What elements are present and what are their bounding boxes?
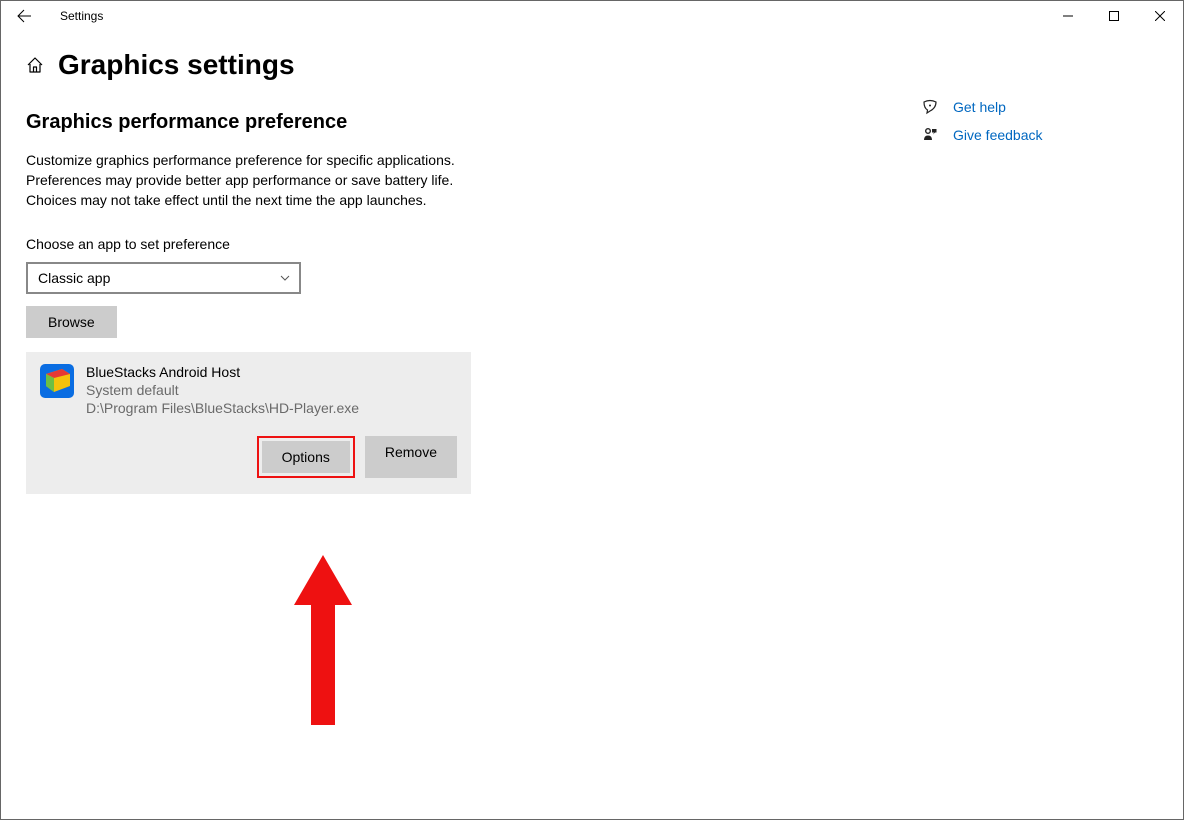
home-icon <box>26 56 44 74</box>
select-value: Classic app <box>38 270 110 286</box>
annotation-arrow <box>294 555 352 728</box>
app-entry-card: BlueStacks Android Host System default D… <box>26 352 471 494</box>
home-button[interactable] <box>26 56 44 74</box>
minimize-button[interactable] <box>1045 1 1091 31</box>
red-arrow-icon <box>294 555 352 725</box>
app-name-label: BlueStacks Android Host <box>86 364 359 380</box>
bluestacks-icon <box>40 364 74 398</box>
maximize-button[interactable] <box>1091 1 1137 31</box>
feedback-icon <box>921 127 939 143</box>
section-description: Customize graphics performance preferenc… <box>26 150 456 210</box>
page-header: Graphics settings <box>26 49 646 81</box>
minimize-icon <box>1063 11 1073 21</box>
app-name: Settings <box>60 9 103 23</box>
window-controls <box>1045 1 1183 31</box>
arrow-left-icon <box>16 8 32 24</box>
close-icon <box>1155 11 1165 21</box>
side-panel: Get help Give feedback <box>921 99 1043 155</box>
give-feedback-row: Give feedback <box>921 127 1043 143</box>
app-picker-label: Choose an app to set preference <box>26 236 646 252</box>
close-button[interactable] <box>1137 1 1183 31</box>
app-icon <box>40 364 74 398</box>
options-button[interactable]: Options <box>262 441 350 473</box>
remove-button[interactable]: Remove <box>365 436 457 478</box>
browse-button[interactable]: Browse <box>26 306 117 338</box>
help-icon <box>921 99 939 115</box>
get-help-row: Get help <box>921 99 1043 115</box>
app-path-label: D:\Program Files\BlueStacks\HD-Player.ex… <box>86 400 359 416</box>
back-button[interactable] <box>1 1 46 31</box>
get-help-link[interactable]: Get help <box>953 99 1006 115</box>
main-content: Graphics settings Graphics performance p… <box>26 31 646 494</box>
app-entry-actions: Options Remove <box>40 436 457 478</box>
app-type-select[interactable]: Classic app <box>26 262 301 294</box>
page-title: Graphics settings <box>58 49 295 81</box>
app-entry-text: BlueStacks Android Host System default D… <box>86 364 359 416</box>
app-pref-label: System default <box>86 382 359 398</box>
options-highlight: Options <box>257 436 355 478</box>
section-heading: Graphics performance preference <box>26 111 646 134</box>
maximize-icon <box>1109 11 1119 21</box>
settings-window: Settings Graphics settings <box>0 0 1184 820</box>
app-entry-row[interactable]: BlueStacks Android Host System default D… <box>40 364 457 416</box>
chevron-down-icon <box>279 272 291 284</box>
give-feedback-link[interactable]: Give feedback <box>953 127 1043 143</box>
title-bar: Settings <box>1 1 1183 31</box>
